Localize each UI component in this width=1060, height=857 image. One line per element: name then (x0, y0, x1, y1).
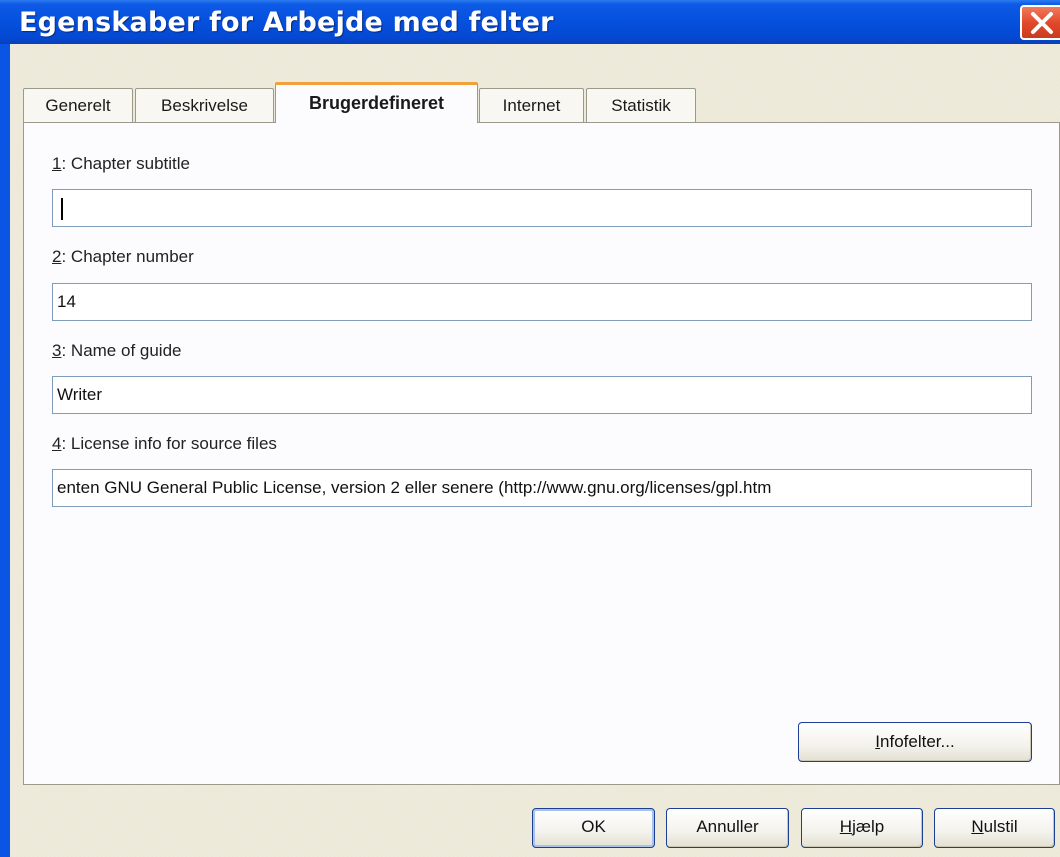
tab-generelt[interactable]: Generelt (23, 88, 133, 122)
field-label-chapter-number: 2: Chapter number (52, 247, 194, 266)
license-info-input[interactable]: enten GNU General Public License, versio… (52, 469, 1032, 507)
help-button[interactable]: Hjælp (801, 808, 923, 848)
field-label-name-of-guide: 3: Name of guide (52, 341, 182, 360)
chapter-subtitle-input[interactable] (52, 189, 1032, 227)
field-label-license-info: 4: License info for source files (52, 434, 277, 453)
tab-beskrivelse[interactable]: Beskrivelse (135, 88, 274, 122)
cancel-button[interactable]: Annuller (666, 808, 789, 848)
field-label-chapter-subtitle: 1: Chapter subtitle (52, 154, 190, 173)
tab-bar: Generelt Beskrivelse Brugerdefineret Int… (10, 44, 1060, 126)
close-icon (1031, 12, 1053, 34)
custom-properties-panel: 1: Chapter subtitle 2: Chapter number 14… (23, 122, 1060, 785)
properties-dialog: Egenskaber for Arbejde med felter Genere… (0, 0, 1060, 857)
title-bar[interactable]: Egenskaber for Arbejde med felter (0, 0, 1060, 44)
close-button[interactable] (1020, 5, 1060, 40)
window-title: Egenskaber for Arbejde med felter (19, 7, 554, 38)
reset-button[interactable]: Nulstil (934, 808, 1055, 848)
tab-statistik[interactable]: Statistik (586, 88, 696, 122)
name-of-guide-input[interactable]: Writer (52, 376, 1032, 414)
dialog-body: Generelt Beskrivelse Brugerdefineret Int… (10, 44, 1060, 857)
ok-button[interactable]: OK (532, 808, 655, 848)
infofelter-button[interactable]: Infofelter... (798, 722, 1032, 762)
text-cursor (61, 198, 63, 220)
tab-internet[interactable]: Internet (479, 88, 584, 122)
chapter-number-input[interactable]: 14 (52, 283, 1032, 321)
tab-brugerdefineret[interactable]: Brugerdefineret (275, 82, 478, 123)
